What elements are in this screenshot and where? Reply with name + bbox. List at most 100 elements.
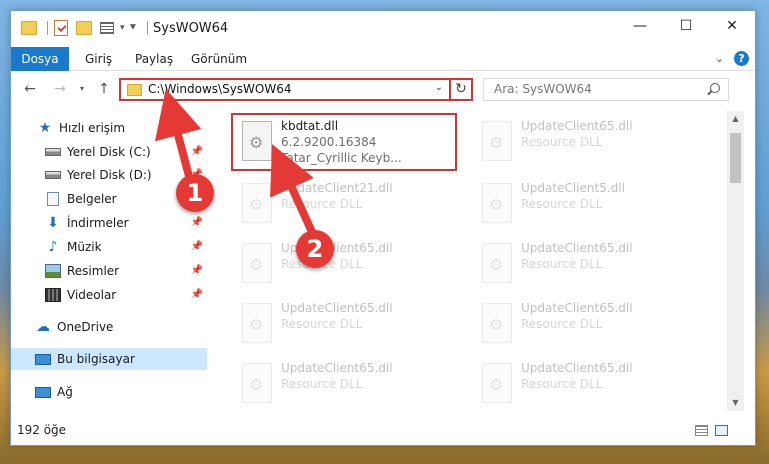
file-item[interactable]: UpdateClient65.dll Resource DLL (473, 115, 699, 173)
video-icon (45, 288, 61, 302)
quick-access-toolbar: ▾ ⯆ (21, 20, 137, 36)
file-item[interactable]: UpdateClient65.dll Resource DLL (233, 297, 459, 355)
sidebar-item-videos[interactable]: Videolar 📌 (11, 284, 207, 306)
pin-icon[interactable]: 📌 (191, 289, 203, 300)
step-badge-2: 2 (296, 230, 334, 268)
dll-file-icon (482, 121, 512, 161)
documents-icon (47, 192, 59, 206)
cloud-icon: ☁ (36, 319, 50, 335)
folder-icon (127, 84, 142, 96)
file-name: UpdateClient5.dll (521, 181, 625, 195)
tab-home[interactable]: Giriş (85, 47, 112, 71)
search-placeholder: Ara: SysWOW64 (494, 82, 592, 96)
new-folder-icon[interactable] (76, 21, 92, 35)
address-dropdown-icon[interactable]: ⌄ (435, 82, 443, 93)
file-name: kbdtat.dll (281, 119, 339, 133)
file-item[interactable]: UpdateClient5.dll Resource DLL (473, 177, 699, 235)
address-bar[interactable]: C:\Windows\SysWOW64 ⌄ ↻ (119, 78, 473, 101)
dll-file-icon (482, 183, 512, 223)
properties-check-icon[interactable] (54, 20, 68, 36)
close-button[interactable]: ✕ (709, 11, 755, 41)
folder-icon (21, 21, 37, 35)
file-type: Resource DLL (281, 317, 363, 331)
customize-dropdown-icon[interactable]: ▾ (120, 23, 125, 33)
dll-file-icon (242, 183, 272, 223)
ribbon-right: ⌄ ? (715, 51, 749, 66)
recent-locations-icon[interactable]: ▾ (73, 80, 91, 98)
file-type: Resource DLL (521, 317, 603, 331)
sidebar-item-label: Hızlı erişim (59, 121, 126, 135)
status-bar: 192 öğe (11, 417, 755, 443)
forward-arrow-icon[interactable]: → (51, 80, 69, 98)
help-icon[interactable]: ? (734, 51, 749, 66)
search-icon[interactable] (710, 83, 720, 93)
file-name: UpdateClient65.dll (521, 301, 633, 315)
divider (47, 21, 48, 35)
tab-file[interactable]: Dosya (11, 47, 69, 71)
refresh-icon[interactable]: ↻ (449, 78, 471, 101)
file-item[interactable]: UpdateClient65.dll Resource DLL (233, 357, 459, 415)
dll-file-icon (242, 243, 272, 283)
back-arrow-icon[interactable]: ← (21, 80, 39, 98)
dll-file-icon (482, 303, 512, 343)
search-input[interactable]: Ara: SysWOW64 (483, 78, 729, 101)
navigation-bar: ← → ▾ ↑ C:\Windows\SysWOW64 ⌄ ↻ Ara: Sys… (11, 71, 755, 107)
file-type: Resource DLL (521, 377, 603, 391)
file-type: Resource DLL (521, 135, 603, 149)
dll-file-icon (242, 121, 272, 161)
pin-icon[interactable]: 📌 (191, 217, 203, 228)
sidebar-item-label: Videolar (67, 288, 117, 302)
tab-view[interactable]: Görünüm (191, 47, 247, 71)
file-item[interactable]: UpdateClient21.dll Resource DLL (233, 177, 459, 235)
sidebar-item-pictures[interactable]: Resimler 📌 (11, 260, 207, 282)
pin-icon[interactable]: 📌 (191, 265, 203, 276)
up-arrow-icon[interactable]: ↑ (95, 80, 113, 98)
sidebar-item-label: OneDrive (57, 320, 114, 334)
file-type: Resource DLL (521, 197, 603, 211)
address-path[interactable]: C:\Windows\SysWOW64 (148, 82, 292, 96)
pin-icon[interactable]: 📌 (191, 146, 203, 157)
file-name: UpdateClient65.dll (521, 119, 633, 133)
pin-icon[interactable]: 📌 (191, 241, 203, 252)
sidebar-item-label: Belgeler (67, 192, 117, 206)
minimize-button[interactable]: — (617, 11, 663, 41)
download-icon: ⬇ (47, 215, 59, 231)
file-item[interactable]: UpdateClient65.dll Resource DLL (473, 237, 699, 295)
pictures-icon (45, 264, 61, 278)
properties-icon[interactable] (100, 22, 114, 34)
sidebar-item-this-pc[interactable]: Bu bilgisayar (11, 348, 207, 370)
maximize-button[interactable]: ☐ (663, 11, 709, 41)
vertical-scrollbar[interactable]: ▲ ▼ (727, 111, 744, 411)
file-name: UpdateClient65.dll (281, 301, 393, 315)
file-type: Resource DLL (281, 377, 363, 391)
sidebar-item-disk-c[interactable]: Yerel Disk (C:) 📌 (11, 141, 207, 163)
sidebar-item-network[interactable]: Ağ (11, 381, 207, 403)
tab-share[interactable]: Paylaş (135, 47, 173, 71)
large-icons-view-icon[interactable] (715, 425, 728, 436)
disk-icon (45, 171, 61, 179)
file-type: Resource DLL (521, 257, 603, 271)
scroll-down-icon[interactable]: ▼ (727, 395, 744, 411)
file-item[interactable]: UpdateClient65.dll Resource DLL (233, 237, 459, 295)
divider (147, 21, 148, 35)
file-item[interactable]: UpdateClient65.dll Resource DLL (473, 357, 699, 415)
sidebar-item-music[interactable]: ♪ Müzik 📌 (11, 236, 207, 258)
sidebar-item-label: Yerel Disk (C:) (67, 145, 151, 159)
file-item-highlighted[interactable]: kbdtat.dll 6.2.9200.16384 Tatar_Cyrillic… (231, 113, 457, 171)
navigation-pane: ★ Hızlı erişim Yerel Disk (C:) 📌 Yerel D… (11, 111, 207, 411)
file-item[interactable]: UpdateClient65.dll Resource DLL (473, 297, 699, 355)
scroll-up-icon[interactable]: ▲ (727, 111, 744, 127)
customize-toolbar-icon[interactable]: ⯆ (129, 21, 138, 35)
ribbon: Dosya Giriş Paylaş Görünüm ⌄ ? (11, 47, 755, 71)
scrollbar-thumb[interactable] (730, 133, 741, 183)
sidebar-item-onedrive[interactable]: ☁ OneDrive (11, 316, 207, 338)
sidebar-item-downloads[interactable]: ⬇ İndirmeler 📌 (11, 212, 207, 234)
file-list: kbdtat.dll 6.2.9200.16384 Tatar_Cyrillic… (223, 111, 727, 411)
file-name: UpdateClient65.dll (521, 241, 633, 255)
details-view-icon[interactable] (695, 425, 708, 436)
chevron-down-icon[interactable]: ⌄ (715, 52, 724, 65)
file-name: UpdateClient21.dll (281, 181, 393, 195)
sidebar-item-quick-access[interactable]: ★ Hızlı erişim (11, 117, 207, 139)
star-icon: ★ (38, 120, 52, 136)
sidebar-item-label: Yerel Disk (D:) (67, 168, 152, 182)
